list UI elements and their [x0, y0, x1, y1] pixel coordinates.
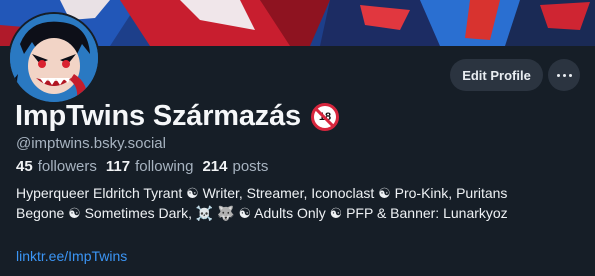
more-options-button[interactable] — [548, 59, 580, 91]
avatar-artwork — [10, 14, 98, 102]
edit-profile-button[interactable]: Edit Profile — [450, 59, 543, 91]
bio-line: Hyperqueer Eldritch Tyrant ☯ Writer, Str… — [16, 185, 508, 201]
followers-label: followers — [37, 158, 97, 175]
followers-count: 45 — [16, 158, 33, 175]
posts-count: 214 — [202, 158, 228, 175]
handle: @imptwins.bsky.social — [16, 135, 166, 152]
following-count: 117 — [105, 158, 131, 175]
display-name: ImpTwins Származás — [15, 100, 301, 132]
name-row: ImpTwins Származás 18 — [15, 100, 339, 133]
bio-line: Begone ☯ Sometimes Dark, ☠️ 🐺 ☯ Adults O… — [16, 205, 508, 221]
following-label: following — [135, 158, 194, 175]
profile-bio: Hyperqueer Eldritch Tyrant ☯ Writer, Str… — [16, 183, 586, 223]
profile-stats: 45 followers 117 following 214 posts — [16, 158, 277, 175]
following-stat[interactable]: 117 following — [106, 158, 194, 175]
edit-profile-label: Edit Profile — [462, 67, 531, 83]
profile-link[interactable]: linktr.ee/ImpTwins — [16, 248, 127, 264]
posts-label: posts — [232, 158, 269, 175]
adult-content-icon: 18 — [310, 102, 339, 131]
posts-stat: 214 posts — [202, 158, 268, 175]
avatar[interactable] — [8, 12, 100, 104]
ellipsis-icon — [556, 73, 572, 77]
followers-stat[interactable]: 45 followers — [16, 158, 97, 175]
